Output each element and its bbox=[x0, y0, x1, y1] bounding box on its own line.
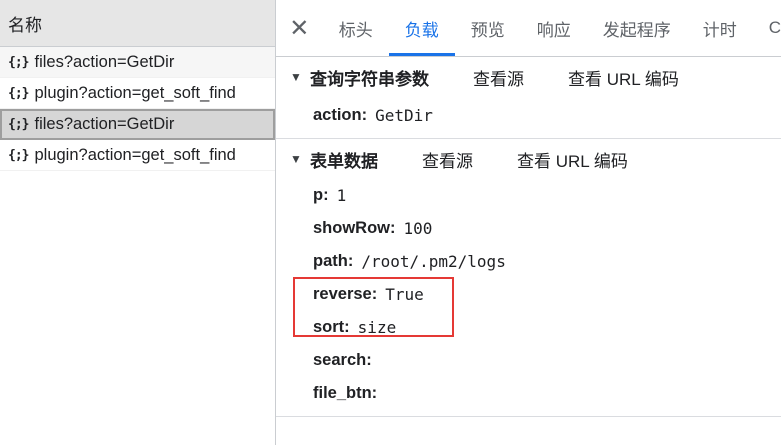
tab-timing[interactable]: 计时 bbox=[687, 0, 753, 56]
request-label: files?action=GetDir bbox=[34, 52, 175, 71]
query-params-header[interactable]: ▼ 查询字符串参数 查看源 查看 URL 编码 bbox=[276, 57, 781, 97]
param-row: showRow: 100 bbox=[276, 212, 781, 245]
tab-headers[interactable]: 标头 bbox=[323, 0, 389, 56]
request-list: 名称 {;} files?action=GetDir {;} plugin?ac… bbox=[0, 0, 276, 445]
close-icon[interactable]: ✕ bbox=[276, 0, 323, 56]
triangle-down-icon[interactable]: ▼ bbox=[290, 152, 310, 166]
request-item-selected[interactable]: {;} files?action=GetDir bbox=[0, 109, 275, 140]
details-tab-bar: ✕ 标头 负载 预览 响应 发起程序 计时 C bbox=[276, 0, 781, 57]
param-key: sort: bbox=[313, 318, 350, 336]
request-details: ✕ 标头 负载 预览 响应 发起程序 计时 C ▼ 查询字符串参数 查看源 查看… bbox=[276, 0, 781, 445]
json-icon: {;} bbox=[8, 85, 30, 101]
tab-initiator[interactable]: 发起程序 bbox=[587, 0, 687, 56]
name-column-label: 名称 bbox=[8, 15, 42, 35]
param-row: search: bbox=[276, 344, 781, 377]
tab-preview[interactable]: 预览 bbox=[455, 0, 521, 56]
param-value: GetDir bbox=[375, 105, 433, 125]
json-icon: {;} bbox=[8, 147, 30, 163]
form-data-header[interactable]: ▼ 表单数据 查看源 查看 URL 编码 bbox=[276, 139, 781, 179]
param-value: /root/.pm2/logs bbox=[361, 252, 506, 271]
request-item[interactable]: {;} files?action=GetDir bbox=[0, 47, 275, 78]
request-item[interactable]: {;} plugin?action=get_soft_find bbox=[0, 78, 275, 109]
param-row: sort: size bbox=[276, 311, 781, 344]
param-value: 1 bbox=[336, 186, 347, 205]
view-source-link[interactable]: 查看源 bbox=[422, 147, 473, 172]
triangle-down-icon[interactable]: ▼ bbox=[290, 70, 310, 84]
tab-response[interactable]: 响应 bbox=[521, 0, 587, 56]
json-icon: {;} bbox=[8, 54, 30, 70]
param-key: file_btn: bbox=[313, 384, 378, 402]
param-value: True bbox=[385, 285, 424, 304]
request-label: plugin?action=get_soft_find bbox=[34, 145, 236, 164]
request-label: plugin?action=get_soft_find bbox=[34, 83, 236, 102]
view-source-link[interactable]: 查看源 bbox=[473, 65, 524, 90]
param-row: action: GetDir bbox=[276, 97, 781, 133]
param-row: file_btn: bbox=[276, 377, 781, 410]
param-row: reverse: True bbox=[276, 278, 781, 311]
param-row: p: 1 bbox=[276, 179, 781, 212]
param-key: action: bbox=[313, 105, 368, 124]
param-key: p: bbox=[313, 186, 329, 204]
param-key: showRow: bbox=[313, 219, 396, 237]
param-key: path: bbox=[313, 252, 354, 270]
section-divider bbox=[276, 416, 781, 417]
request-item[interactable]: {;} plugin?action=get_soft_find bbox=[0, 140, 275, 171]
param-key: search: bbox=[313, 351, 372, 369]
tab-cookies[interactable]: C bbox=[753, 0, 781, 56]
param-value: 100 bbox=[403, 219, 433, 238]
json-icon: {;} bbox=[8, 117, 30, 132]
request-label: files?action=GetDir bbox=[34, 115, 175, 133]
query-params-title: 查询字符串参数 bbox=[310, 69, 429, 89]
param-value: size bbox=[357, 318, 397, 337]
view-url-encoded-link[interactable]: 查看 URL 编码 bbox=[568, 65, 679, 90]
view-url-encoded-link[interactable]: 查看 URL 编码 bbox=[517, 147, 628, 172]
param-row: path: /root/.pm2/logs bbox=[276, 245, 781, 278]
param-key: reverse: bbox=[313, 285, 378, 303]
name-column-header[interactable]: 名称 bbox=[0, 0, 275, 47]
form-data-title: 表单数据 bbox=[310, 151, 378, 171]
tab-payload[interactable]: 负载 bbox=[388, 0, 455, 56]
